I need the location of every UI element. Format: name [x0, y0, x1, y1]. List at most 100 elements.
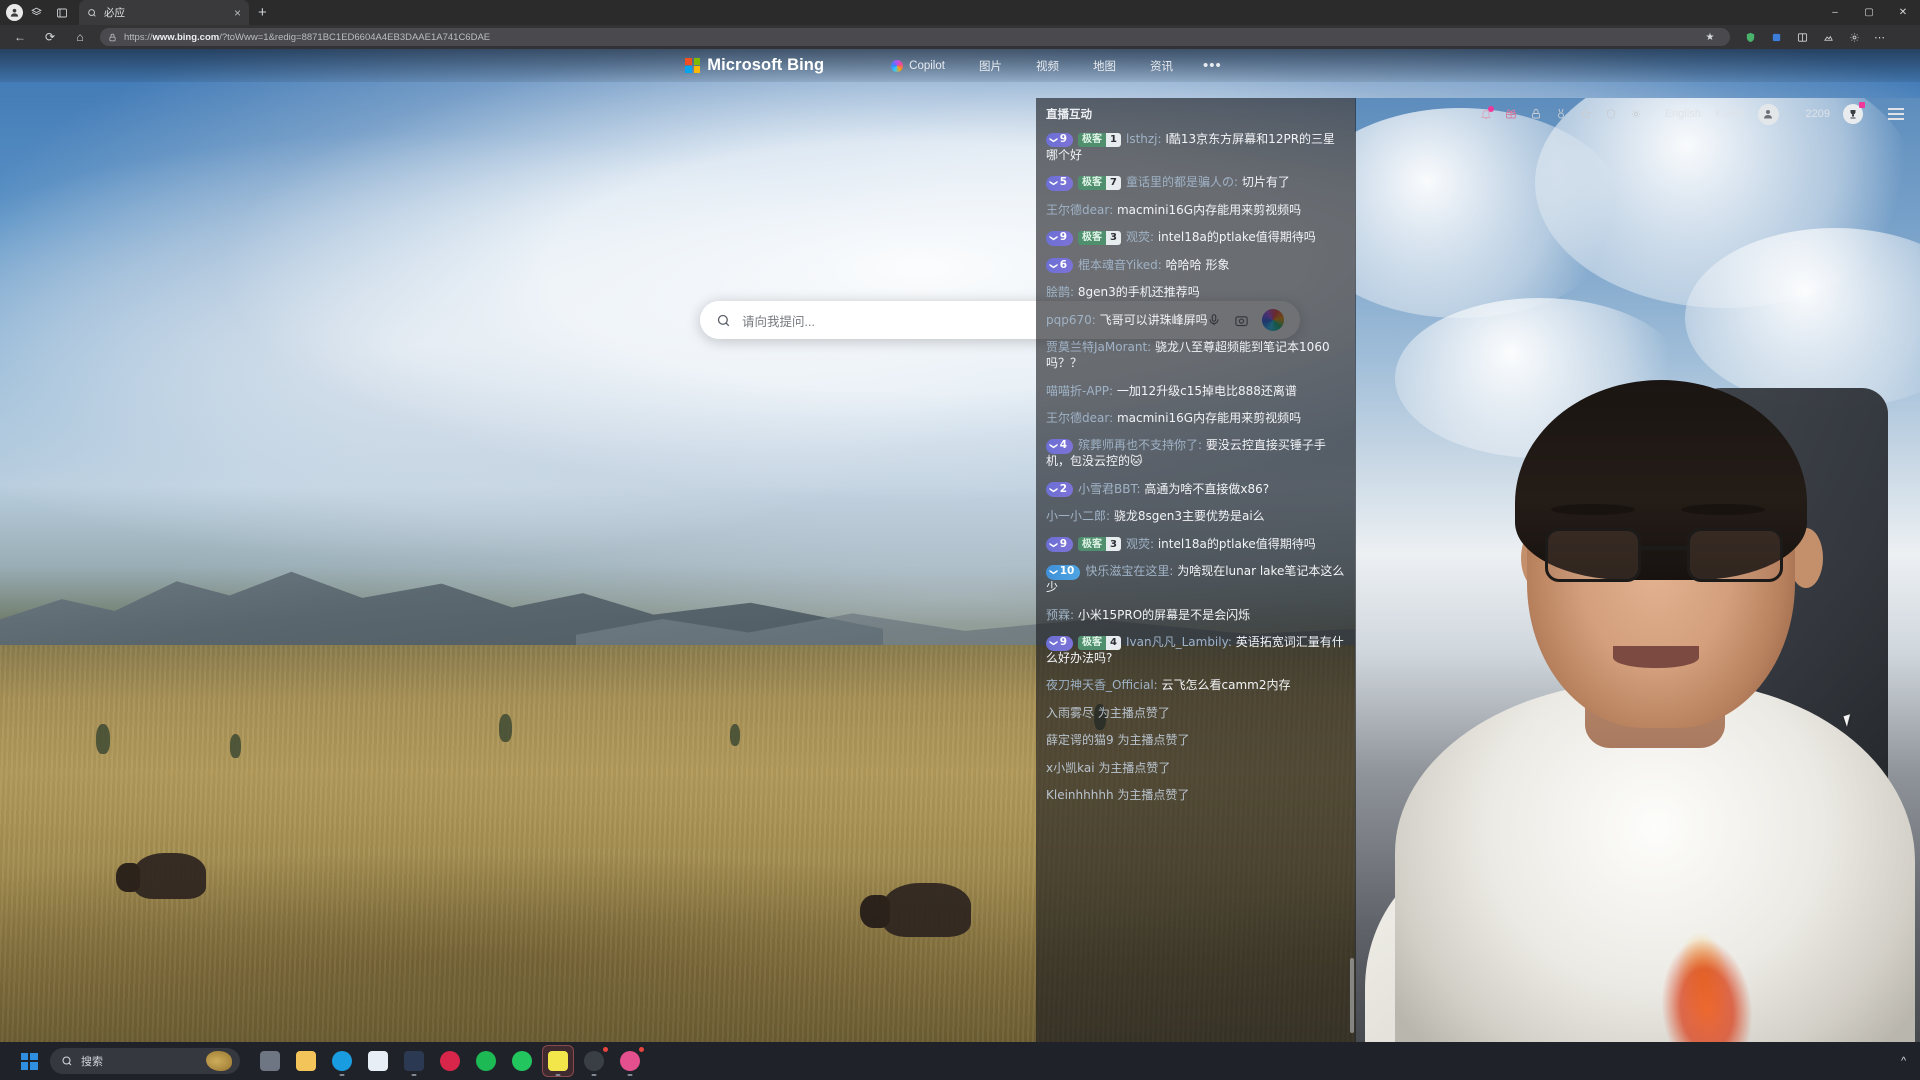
medal-icon[interactable] [1555, 108, 1567, 120]
chat-message[interactable]: Kleinhhhhh 为主播点赞了 [1046, 788, 1346, 804]
taskbar-task-view-icon[interactable] [254, 1045, 286, 1077]
trophy-icon[interactable] [1843, 102, 1865, 124]
chat-message-username[interactable]: 王尔德dear: [1046, 411, 1117, 425]
hamburger-menu-icon[interactable] [1888, 108, 1904, 120]
window-maximize-button[interactable]: ▢ [1852, 0, 1886, 25]
taskbar-app-dark-icon[interactable] [398, 1045, 430, 1077]
chat-message-username[interactable]: 棍本魂音Yiked: [1078, 258, 1166, 272]
address-bar[interactable]: https://www.bing.com/?toWww=1&redig=8871… [100, 28, 1730, 46]
bing-nav-news[interactable]: 资讯 [1133, 58, 1190, 74]
chat-message-username[interactable]: 小雪君BBT: [1078, 482, 1144, 496]
taskbar-search-placeholder[interactable]: 搜索 [81, 1053, 103, 1069]
live-chat-scrollbar[interactable] [1350, 958, 1354, 1033]
more-options-icon[interactable]: ⋯ [1868, 26, 1892, 48]
chat-message-username[interactable]: 贾莫兰特JaMorant: [1046, 340, 1155, 354]
language-selector[interactable]: English [1665, 108, 1701, 120]
taskbar-spotify-icon[interactable] [470, 1045, 502, 1077]
chat-message-username[interactable]: 小一小二郎: [1046, 509, 1114, 523]
gift-icon[interactable] [1505, 108, 1517, 120]
notification-icon[interactable] [1480, 106, 1494, 120]
window-minimize-button[interactable]: – [1818, 0, 1852, 25]
home-button[interactable]: ⌂ [66, 26, 94, 48]
live-chat-message-list[interactable]: ❯ 9 极客 1 lsthzj: I酷13京东方屏幕和12PR的三星哪个好 ❯ 5 极客 7 童话… [1036, 130, 1356, 1042]
chat-message[interactable]: 预霖: 小米15PRO的屏幕是不是会闪烁 [1046, 608, 1346, 624]
taskbar-wechat-icon[interactable] [506, 1045, 538, 1077]
chat-message[interactable]: 入雨雾尽 为主播点赞了 [1046, 706, 1346, 722]
browser-essentials-icon[interactable] [1816, 26, 1840, 48]
browser-tab[interactable]: 必应 × [79, 0, 249, 25]
chat-message[interactable]: 王尔德dear: macmini16G内存能用来剪视频吗 [1046, 203, 1346, 219]
reload-button[interactable]: ⟳ [36, 26, 64, 48]
chat-message-username[interactable]: 观荧: [1126, 537, 1158, 551]
search-input-placeholder[interactable]: 请向我提问... [742, 311, 815, 330]
chat-message-username[interactable]: 王尔德dear: [1046, 203, 1117, 217]
chat-message-username[interactable]: 脍鹊: [1046, 285, 1078, 299]
bing-nav-maps[interactable]: 地图 [1076, 58, 1133, 74]
chat-message[interactable]: 小一小二郎: 骁龙8sgen3主要优势是ai么 [1046, 509, 1346, 525]
taskbar-bilibili-icon[interactable] [434, 1045, 466, 1077]
chat-message[interactable]: 王尔德dear: macmini16G内存能用来剪视频吗 [1046, 411, 1346, 427]
chat-message[interactable]: 喵喵折-APP: 一加12升级c15掉电比888还离谱 [1046, 384, 1346, 400]
bing-nav-images[interactable]: 图片 [962, 58, 1019, 74]
chat-message[interactable]: x小凯kai 为主播点赞了 [1046, 761, 1346, 777]
chat-message[interactable]: ❯ 9 极客 3 观荧: intel18a的ptlake值得期待吗 [1046, 230, 1346, 246]
star-icon[interactable] [1580, 108, 1592, 120]
taskbar-potplayer-icon[interactable] [542, 1045, 574, 1077]
chat-message-username[interactable]: Ivan凡凡_Lambily: [1126, 635, 1236, 649]
chat-message-username[interactable]: 夜刀神天香_Official: [1046, 678, 1162, 692]
chat-message[interactable]: ❯ 6 棍本魂音Yiked: 哈哈哈 形象 [1046, 258, 1346, 274]
bing-nav-copilot[interactable]: Copilot [874, 59, 962, 72]
tab-actions-icon[interactable] [49, 0, 75, 25]
chat-message-username[interactable]: 童话里的都是骗人の: [1126, 175, 1242, 189]
tab-close-icon[interactable]: × [234, 7, 241, 19]
taskbar-search-box[interactable]: 搜索 [50, 1048, 240, 1074]
windows-start-icon[interactable] [12, 1044, 46, 1078]
chat-message-username[interactable]: x小凯kai [1046, 761, 1098, 775]
chat-message-username[interactable]: 薛定谔的猫9 [1046, 733, 1117, 747]
chat-message-username[interactable]: Kleinhhhhh [1046, 788, 1117, 802]
chat-message[interactable]: 薛定谔的猫9 为主播点赞了 [1046, 733, 1346, 749]
chat-message[interactable]: ❯ 9 极客 1 lsthzj: I酷13京东方屏幕和12PR的三星哪个好 [1046, 132, 1346, 164]
chat-message-username[interactable]: lsthzj: [1126, 132, 1165, 146]
taskbar-bilibili-live-icon[interactable] [614, 1045, 646, 1077]
chat-message-username[interactable]: 预霖: [1046, 608, 1078, 622]
shield-icon[interactable] [1738, 26, 1762, 48]
taskbar-obs-studio-icon[interactable] [578, 1045, 610, 1077]
chat-message[interactable]: ❯ 2 小雪君BBT: 高通为啥不直接做x86? [1046, 482, 1346, 498]
bing-nav-more-icon[interactable]: ••• [1190, 57, 1235, 74]
chat-message[interactable]: ❯ 4 殡葬师再也不支持你了: 要没云控直接买锤子手机，包没云控的🐱 [1046, 438, 1346, 470]
chat-message[interactable]: 夜刀神天香_Official: 云飞怎么看camm2内存 [1046, 678, 1346, 694]
collections-icon[interactable] [1764, 26, 1788, 48]
chat-message[interactable]: 脍鹊: 8gen3的手机还推荐吗 [1046, 285, 1346, 301]
new-tab-button[interactable]: + [249, 4, 276, 21]
chat-message-username[interactable]: pqp670: [1046, 313, 1100, 327]
settings-icon[interactable] [1630, 108, 1642, 120]
bing-nav-videos[interactable]: 视频 [1019, 58, 1076, 74]
chat-message[interactable]: ❯ 9 极客 3 观荧: intel18a的ptlake值得期待吗 [1046, 537, 1346, 553]
chat-message-username[interactable]: 喵喵折-APP: [1046, 384, 1117, 398]
settings-icon[interactable] [1842, 26, 1866, 48]
shield-icon[interactable] [1605, 108, 1617, 120]
username-label[interactable]: Yunfei [1714, 108, 1745, 120]
chat-message[interactable]: ❯ 9 极客 4 Ivan凡凡_Lambily: 英语拓宽词汇量有什么好办法吗? [1046, 635, 1346, 667]
chat-message[interactable]: ❯ 5 极客 7 童话里的都是骗人の: 切片有了 [1046, 175, 1346, 191]
workspaces-icon[interactable] [23, 0, 49, 25]
taskbar-microsoft-edge-icon[interactable] [326, 1045, 358, 1077]
profile-avatar-icon[interactable] [6, 4, 23, 21]
bookmark-star-icon[interactable]: ★ [1698, 26, 1722, 48]
chat-message[interactable]: pqp670: 飞哥可以讲珠峰屏吗 [1046, 313, 1346, 329]
chat-message[interactable]: ❯ 10 快乐滋宝在这里: 为啥现在lunar lake笔记本这么少 [1046, 564, 1346, 596]
chat-message-username[interactable]: 入雨雾尽 [1046, 706, 1098, 720]
chat-message-username[interactable]: 殡葬师再也不支持你了: [1078, 438, 1206, 452]
window-close-button[interactable]: ✕ [1886, 0, 1920, 25]
tray-chevron-icon[interactable]: ^ [1901, 1055, 1906, 1067]
split-screen-icon[interactable] [1790, 26, 1814, 48]
chat-message[interactable]: 贾莫兰特JaMorant: 骁龙八至尊超频能到笔记本1060吗？？ [1046, 340, 1346, 372]
avatar-icon[interactable] [1757, 103, 1779, 125]
lock-icon[interactable] [1530, 108, 1542, 120]
chat-message-username[interactable]: 观荧: [1126, 230, 1158, 244]
bing-logo[interactable]: Microsoft Bing [685, 56, 824, 75]
chat-message-username[interactable]: 快乐滋宝在这里: [1085, 564, 1177, 578]
taskbar-microsoft-store-icon[interactable] [362, 1045, 394, 1077]
taskbar-file-explorer-icon[interactable] [290, 1045, 322, 1077]
